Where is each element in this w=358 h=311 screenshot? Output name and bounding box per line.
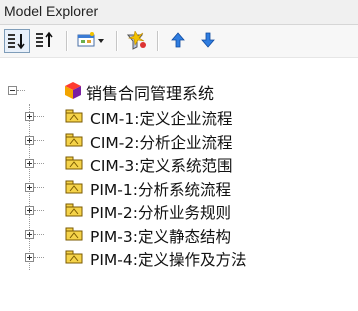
expand-toggle[interactable] — [25, 206, 34, 215]
package-icon — [65, 156, 83, 170]
tree-root-node[interactable]: 销售合同管理系统 — [0, 78, 358, 104]
package-icon — [65, 180, 83, 193]
tree-child-label: PIM-4:定义操作及方法 — [90, 251, 247, 269]
collapse-toggle[interactable] — [8, 86, 17, 95]
tree-child-node[interactable]: PIM-3:定义静态结构 — [0, 222, 358, 248]
tree-child-node[interactable]: CIM-1:定义企业流程 — [0, 104, 358, 130]
sort-ascending-icon — [8, 34, 25, 50]
move-up-button[interactable] — [166, 29, 192, 53]
package-icon — [65, 109, 83, 123]
expand-toggle[interactable] — [25, 253, 34, 262]
package-icon — [65, 133, 83, 146]
package-icon — [65, 250, 83, 264]
tree-child-label: CIM-3:定义系统范围 — [90, 157, 233, 175]
expand-toggle[interactable] — [25, 229, 34, 239]
tree-child-label: PIM-2:分析业务规则 — [90, 204, 231, 222]
new-diagram-dropdown-icon — [77, 32, 104, 47]
sort-descending-icon — [36, 31, 53, 47]
window-titlebar: Model Explorer — [0, 0, 358, 25]
filter-button[interactable] — [124, 29, 150, 53]
new-diagram-dropdown-button[interactable] — [74, 29, 108, 53]
toolbar-separator — [66, 31, 67, 51]
toolbar — [0, 25, 358, 58]
tree-child-label: PIM-3:定义静态结构 — [90, 227, 231, 246]
expand-toggle[interactable] — [25, 112, 34, 121]
package-icon — [65, 227, 83, 240]
expand-toggle[interactable] — [25, 159, 34, 168]
expand-toggle[interactable] — [25, 135, 34, 145]
move-down-icon — [201, 32, 215, 48]
model-root-icon — [65, 82, 81, 99]
tree-child-node[interactable]: PIM-4:定义操作及方法 — [0, 245, 358, 271]
tree-child-node[interactable]: CIM-2:分析企业流程 — [0, 128, 358, 154]
tree-child-label: CIM-1:定义企业流程 — [90, 110, 233, 128]
toolbar-separator — [157, 31, 158, 51]
tree-child-label: CIM-2:分析企业流程 — [90, 133, 233, 152]
filter-icon — [126, 31, 146, 50]
tree-child-label: PIM-1:分析系统流程 — [90, 180, 231, 199]
package-icon — [65, 203, 83, 217]
toolbar-separator — [116, 31, 117, 51]
window-title: Model Explorer — [4, 3, 99, 19]
sort-ascending-button[interactable] — [4, 29, 30, 53]
move-up-icon — [171, 32, 185, 48]
expand-toggle[interactable] — [25, 182, 34, 192]
sort-descending-button[interactable] — [33, 29, 59, 53]
move-down-button[interactable] — [196, 29, 222, 53]
tree-child-node[interactable]: PIM-2:分析业务规则 — [0, 198, 358, 224]
tree-root-label: 销售合同管理系统 — [86, 84, 215, 103]
tree-child-node[interactable]: PIM-1:分析系统流程 — [0, 175, 358, 201]
tree-child-node[interactable]: CIM-3:定义系统范围 — [0, 151, 358, 177]
